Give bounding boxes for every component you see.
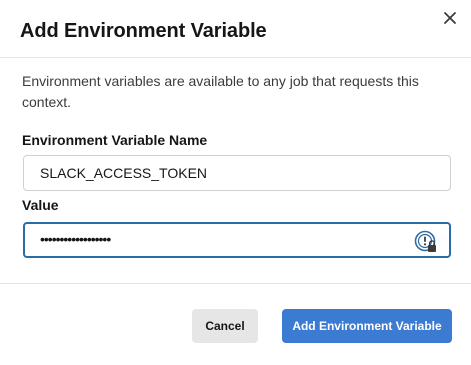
add-env-variable-dialog: Add Environment Variable Environment var… [0, 0, 471, 365]
value-field-label: Value [22, 197, 59, 213]
cancel-button[interactable]: Cancel [192, 309, 258, 343]
masked-value: •••••••••••••••••• [40, 231, 111, 247]
close-button[interactable] [440, 8, 460, 28]
password-manager-button[interactable] [414, 230, 438, 254]
name-field-label: Environment Variable Name [22, 132, 208, 148]
variable-name-value: SLACK_ACCESS_TOKEN [40, 165, 208, 181]
footer-divider [0, 283, 471, 284]
header-divider [0, 57, 471, 58]
variable-name-input[interactable]: SLACK_ACCESS_TOKEN [23, 155, 451, 191]
dialog-title: Add Environment Variable [20, 20, 267, 42]
add-environment-variable-button[interactable]: Add Environment Variable [282, 309, 452, 343]
dialog-description: Environment variables are available to a… [22, 73, 419, 110]
password-manager-icon [414, 230, 436, 252]
close-icon [444, 12, 456, 24]
variable-value-input[interactable]: •••••••••••••••••• [23, 222, 451, 258]
